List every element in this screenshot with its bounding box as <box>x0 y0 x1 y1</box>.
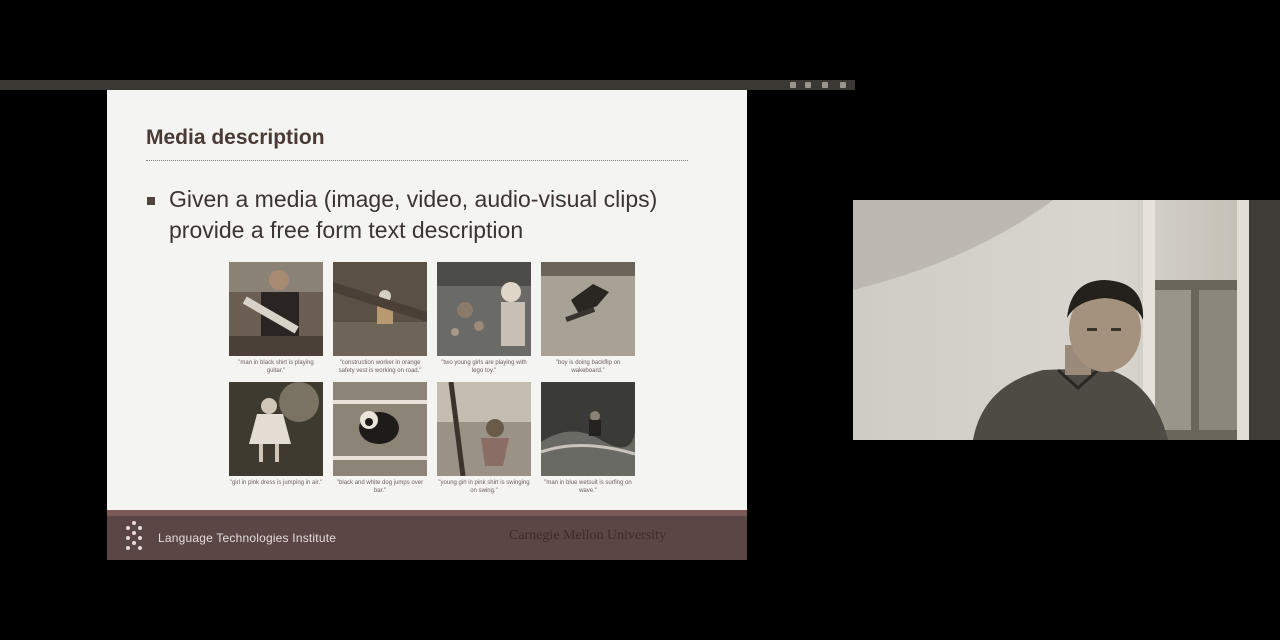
lego-photo <box>437 262 531 356</box>
lti-logo-icon <box>126 521 142 550</box>
image-card: "young girl in pink shirt is swinging on… <box>437 382 531 495</box>
title-divider <box>146 160 688 161</box>
image-caption: "boy is doing backflip on wakeboard." <box>555 360 621 374</box>
surfing-photo <box>541 382 635 476</box>
toolbar-icon[interactable] <box>790 82 796 88</box>
image-caption: "girl in pink dress is jumping in air." <box>229 480 323 486</box>
university-name: Carnegie Mellon University <box>509 528 667 543</box>
presentation-slide: Media description Given a media (image, … <box>107 90 747 560</box>
bullet-icon <box>147 197 155 205</box>
footer-accent-bar <box>107 510 747 516</box>
guitar-photo <box>229 262 323 356</box>
image-caption: "man in blue wetsuit is surfing on wave.… <box>544 480 632 494</box>
image-caption: "two young girls are playing with lego t… <box>441 360 527 374</box>
image-card: "two young girls are playing with lego t… <box>437 262 531 375</box>
girl-jumping-photo <box>229 382 323 476</box>
slide-title: Media description <box>146 126 325 149</box>
image-card: "man in blue wetsuit is surfing on wave.… <box>541 382 635 495</box>
slide-footer: Language Technologies Institute Carnegie… <box>107 510 747 560</box>
window-top-bar <box>0 80 855 90</box>
presenter-video-feed <box>853 200 1280 440</box>
toolbar-icon[interactable] <box>805 82 811 88</box>
image-card: "man in black shirt is playing guitar." <box>229 262 323 375</box>
image-card: "boy is doing backflip on wakeboard." <box>541 262 635 375</box>
image-caption: "man in black shirt is playing guitar." <box>238 360 314 374</box>
institute-name: Language Technologies Institute <box>158 531 337 545</box>
image-card: "girl in pink dress is jumping in air." <box>229 382 323 487</box>
image-caption: "young girl in pink shirt is swinging on… <box>438 480 530 494</box>
image-caption: "construction worker in orange safety ve… <box>338 360 422 374</box>
toolbar-icon[interactable] <box>840 82 846 88</box>
image-caption: "black and white dog jumps over bar." <box>336 480 424 494</box>
wakeboard-photo <box>541 262 635 356</box>
dog-jumping-photo <box>333 382 427 476</box>
toolbar-icon[interactable] <box>822 82 828 88</box>
swing-photo <box>437 382 531 476</box>
bullet-text: Given a media (image, video, audio-visua… <box>169 186 658 243</box>
image-card: "construction worker in orange safety ve… <box>333 262 427 375</box>
image-card: "black and white dog jumps over bar." <box>333 382 427 495</box>
construction-photo <box>333 262 427 356</box>
